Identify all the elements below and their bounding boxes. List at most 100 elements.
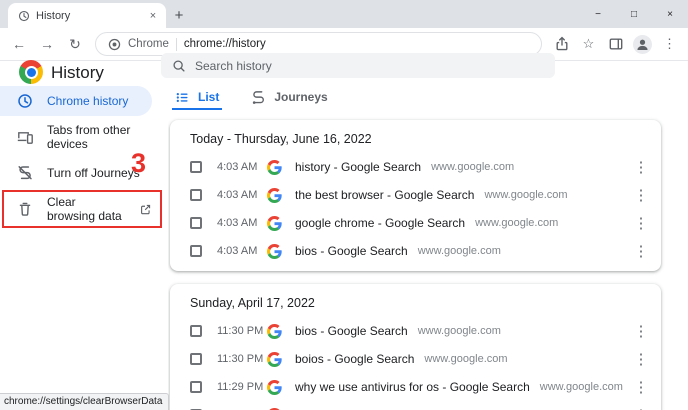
- reload-button[interactable]: ↻: [62, 31, 88, 57]
- tab-strip: History × + − □ ×: [0, 0, 688, 28]
- avatar: [633, 35, 652, 54]
- history-row: 11:30 PM bios - Google Search www.google…: [170, 317, 661, 345]
- chrome-logo: [19, 60, 43, 84]
- history-entry-link[interactable]: why we use antivirus for os - Google Sea…: [295, 380, 530, 394]
- sidebar-item-label: Turn off Journeys: [47, 166, 140, 180]
- history-entry-domain: www.google.com: [418, 325, 501, 337]
- sidebar-item-label: Clear browsing data: [47, 195, 123, 223]
- history-card-today: Today - Thursday, June 16, 2022 4:03 AM …: [170, 120, 661, 271]
- history-entry-link[interactable]: bios - Google Search: [295, 244, 408, 258]
- history-entry-link[interactable]: bios - Google Search: [295, 324, 408, 338]
- row-checkbox[interactable]: [190, 217, 202, 229]
- browser-menu-icon[interactable]: ⋮: [657, 31, 682, 57]
- forward-button[interactable]: →: [34, 31, 60, 57]
- history-search-bar[interactable]: [161, 53, 555, 78]
- tab-list-label: List: [198, 90, 219, 104]
- history-entry-domain: www.google.com: [418, 245, 501, 257]
- window-controls: − □ ×: [580, 0, 688, 28]
- side-panel-icon[interactable]: [603, 31, 628, 57]
- open-in-new-icon: [139, 203, 152, 216]
- sidebar-item-turn-off-journeys[interactable]: Turn off Journeys: [0, 158, 152, 188]
- row-menu-icon[interactable]: ⋮: [629, 242, 653, 260]
- date-header: Today - Thursday, June 16, 2022: [170, 120, 661, 153]
- window-minimize-button[interactable]: −: [580, 0, 616, 28]
- row-menu-icon[interactable]: ⋮: [629, 322, 653, 340]
- sidebar-item-label: Chrome history: [47, 94, 128, 108]
- history-entry-domain: www.google.com: [540, 381, 623, 393]
- history-entry-domain: www.google.com: [431, 161, 514, 173]
- sidebar-item-chrome-history[interactable]: Chrome history: [0, 86, 152, 116]
- row-checkbox[interactable]: [190, 245, 202, 257]
- tab-close-icon[interactable]: ×: [145, 8, 161, 24]
- tab-title: History: [36, 10, 139, 22]
- row-checkbox[interactable]: [190, 189, 202, 201]
- row-menu-icon[interactable]: ⋮: [629, 186, 653, 204]
- google-favicon: [267, 352, 282, 367]
- row-menu-icon[interactable]: ⋮: [629, 214, 653, 232]
- new-tab-button[interactable]: +: [166, 3, 192, 28]
- history-entry-link[interactable]: the best browser - Google Search: [295, 188, 474, 202]
- google-favicon: [267, 160, 282, 175]
- row-checkbox[interactable]: [190, 381, 202, 393]
- history-entry-domain: www.google.com: [475, 217, 558, 229]
- history-row: 4:03 AM google chrome - Google Search ww…: [170, 209, 661, 237]
- bookmark-star-icon[interactable]: ☆: [576, 31, 601, 57]
- row-checkbox[interactable]: [190, 353, 202, 365]
- history-main: List Journeys Today - Thursday, June 16,…: [168, 84, 688, 410]
- visit-time: 11:30 PM: [217, 353, 267, 365]
- clock-icon: [17, 93, 33, 109]
- visit-time: 4:03 AM: [217, 161, 267, 173]
- site-chip: Chrome: [128, 38, 169, 50]
- tab-journeys[interactable]: Journeys: [248, 84, 330, 110]
- history-row: 4:03 AM the best browser - Google Search…: [170, 181, 661, 209]
- page-title: History: [51, 63, 104, 83]
- view-tabs: List Journeys: [168, 84, 688, 110]
- history-entry-link[interactable]: boios - Google Search: [295, 352, 414, 366]
- row-checkbox[interactable]: [190, 325, 202, 337]
- window-close-button[interactable]: ×: [652, 0, 688, 28]
- visit-time: 11:29 PM: [217, 381, 267, 393]
- share-icon[interactable]: [549, 31, 574, 57]
- status-bubble: chrome://settings/clearBrowserData: [0, 393, 169, 410]
- history-entry-link[interactable]: history - Google Search: [295, 160, 421, 174]
- history-row: 4:03 AM bios - Google Search www.google.…: [170, 237, 661, 265]
- google-favicon: [267, 380, 282, 395]
- visit-time: 11:30 PM: [217, 325, 267, 337]
- history-row: 11:29 PM why we use antivirus for os - G…: [170, 373, 661, 401]
- visit-time: 4:03 AM: [217, 217, 267, 229]
- row-checkbox[interactable]: [190, 161, 202, 173]
- devices-icon: [17, 129, 33, 145]
- google-favicon: [267, 244, 282, 259]
- history-row: 4:03 AM history - Google Search www.goog…: [170, 153, 661, 181]
- sidebar: Chrome history Tabs from other devices T…: [0, 86, 162, 230]
- url-text: chrome://history: [184, 38, 266, 50]
- sidebar-item-tabs-other-devices[interactable]: Tabs from other devices: [0, 122, 152, 152]
- row-menu-icon[interactable]: ⋮: [629, 350, 653, 368]
- search-icon: [172, 59, 186, 73]
- journeys-icon: [251, 90, 266, 105]
- back-button[interactable]: ←: [6, 31, 32, 57]
- history-row: 11:28 PM linux and its flavors - Google …: [170, 401, 661, 410]
- search-input[interactable]: [195, 59, 544, 73]
- window-maximize-button[interactable]: □: [616, 0, 652, 28]
- trash-icon: [17, 201, 33, 217]
- profile-avatar[interactable]: [630, 31, 655, 57]
- tab-list[interactable]: List: [172, 84, 222, 110]
- chrome-page-icon: [108, 38, 121, 51]
- row-menu-icon[interactable]: ⋮: [629, 378, 653, 396]
- sidebar-item-clear-browsing-data[interactable]: Clear browsing data: [0, 194, 152, 224]
- google-favicon: [267, 324, 282, 339]
- browser-tab-history[interactable]: History ×: [8, 3, 166, 28]
- list-view-icon: [175, 90, 190, 105]
- visit-time: 4:03 AM: [217, 189, 267, 201]
- omnibox-divider: [176, 38, 177, 51]
- tab-journeys-label: Journeys: [274, 90, 327, 104]
- date-header: Sunday, April 17, 2022: [170, 284, 661, 317]
- row-menu-icon[interactable]: ⋮: [629, 406, 653, 410]
- google-favicon: [267, 216, 282, 231]
- row-menu-icon[interactable]: ⋮: [629, 158, 653, 176]
- history-entry-domain: www.google.com: [424, 353, 507, 365]
- history-entry-domain: www.google.com: [484, 189, 567, 201]
- history-card-april: Sunday, April 17, 2022 11:30 PM bios - G…: [170, 284, 661, 410]
- history-entry-link[interactable]: google chrome - Google Search: [295, 216, 465, 230]
